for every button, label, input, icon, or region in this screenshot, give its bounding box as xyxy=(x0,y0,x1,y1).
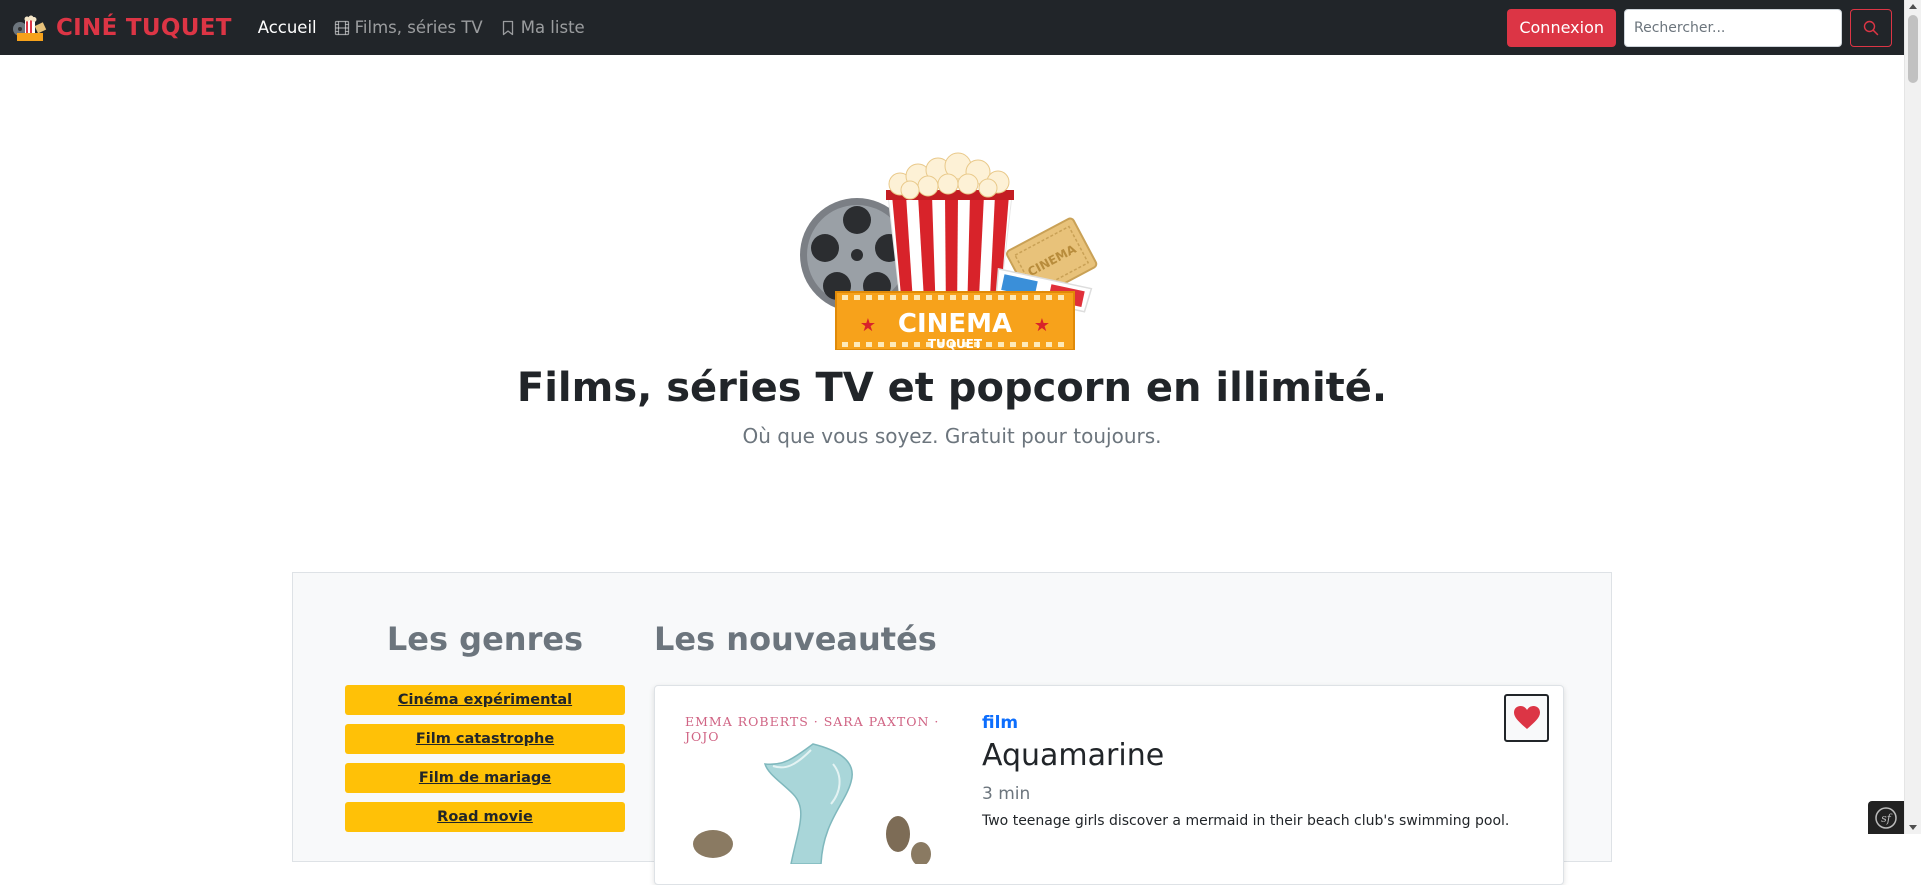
news-title: Les nouveautés xyxy=(654,620,937,658)
movie-poster[interactable]: EMMA ROBERTS · SARA PAXTON · JOJO xyxy=(673,704,953,864)
svg-text:★: ★ xyxy=(860,315,876,336)
main-nav: Accueil Films, séries TV Ma liste xyxy=(258,18,585,37)
genre-button[interactable]: Film catastrophe xyxy=(345,724,625,754)
login-button[interactable]: Connexion xyxy=(1507,8,1616,47)
nav-films-series-label: Films, séries TV xyxy=(354,18,483,37)
brand-link[interactable]: CINÉ TUQUET xyxy=(12,14,232,42)
card-duration: 3 min xyxy=(982,784,1031,804)
scroll-up-arrow-icon[interactable] xyxy=(1909,4,1917,9)
hero-title: Films, séries TV et popcorn en illimité. xyxy=(516,365,1388,411)
film-icon xyxy=(334,20,349,35)
svg-text:sf: sf xyxy=(1881,812,1893,825)
card-title[interactable]: Aquamarine xyxy=(982,738,1164,773)
scroll-down-arrow-icon[interactable] xyxy=(1909,825,1917,830)
nav-home[interactable]: Accueil xyxy=(258,18,317,37)
scroll-thumb[interactable] xyxy=(1908,15,1918,83)
search-icon xyxy=(1863,20,1879,35)
hero-logo-subtext: TUQUET xyxy=(928,337,983,350)
brand-name: CINÉ TUQUET xyxy=(56,14,232,41)
favorite-button[interactable] xyxy=(1504,694,1549,742)
svg-text:★: ★ xyxy=(1034,315,1050,336)
genre-button[interactable]: Film de mariage xyxy=(345,763,625,793)
genre-button[interactable]: Road movie xyxy=(345,802,625,832)
top-navbar: CINÉ TUQUET Accueil Films, séries TV Ma … xyxy=(0,0,1904,55)
nav-my-list[interactable]: Ma liste xyxy=(500,18,585,37)
card-description: Two teenage girls discover a mermaid in … xyxy=(982,813,1510,829)
nav-actions: Connexion xyxy=(1507,8,1892,47)
page-scrollbar[interactable] xyxy=(1904,0,1921,834)
heart-icon xyxy=(1513,706,1540,729)
symfony-icon: sf xyxy=(1875,806,1897,829)
search-button[interactable] xyxy=(1850,8,1892,47)
hero-subtitle: Où que vous soyez. Gratuit pour toujours… xyxy=(742,424,1162,448)
mermaid-tail-image xyxy=(693,743,931,864)
hero-logo-text: CINEMA xyxy=(898,309,1012,339)
nav-my-list-label: Ma liste xyxy=(520,18,585,37)
nav-films-series[interactable]: Films, séries TV xyxy=(334,18,483,37)
search-input[interactable] xyxy=(1624,8,1842,47)
nav-home-label: Accueil xyxy=(257,18,317,37)
bookmark-icon xyxy=(502,20,513,35)
card-type-label[interactable]: film xyxy=(982,713,1018,733)
cinema-hero-logo: CINEMA ★ ★ CINEMA TUQUET xyxy=(800,152,1098,350)
movie-card[interactable]: EMMA ROBERTS · SARA PAXTON · JOJO film A… xyxy=(654,685,1564,885)
cinema-logo-icon xyxy=(13,15,47,41)
genres-title: Les genres xyxy=(386,620,584,658)
genre-button[interactable]: Cinéma expérimental xyxy=(345,685,625,715)
content-panel: Les genres Cinéma expérimental Film cata… xyxy=(292,572,1612,885)
symfony-toolbar-toggle[interactable]: sf xyxy=(1868,801,1904,834)
